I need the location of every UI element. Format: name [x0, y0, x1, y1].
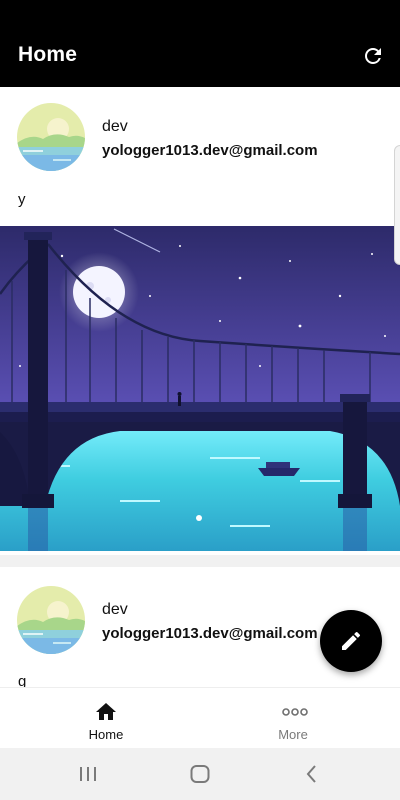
page-title: Home — [18, 43, 78, 66]
post-email: yologger1013.dev@gmail.com — [102, 625, 318, 642]
recents-icon[interactable] — [76, 762, 100, 786]
more-dots-icon — [281, 700, 308, 724]
bottom-navigation: Home More — [0, 687, 400, 748]
nav-item-more[interactable]: More — [193, 688, 393, 749]
post-author: dev — [102, 601, 128, 618]
post-email: yologger1013.dev@gmail.com — [102, 142, 318, 159]
compose-button[interactable] — [320, 610, 382, 672]
post-image[interactable] — [0, 226, 400, 551]
avatar[interactable] — [17, 103, 85, 171]
pencil-icon — [342, 631, 361, 650]
post-divider — [0, 555, 400, 567]
avatar[interactable] — [17, 586, 85, 654]
app-bar: Home — [0, 0, 400, 87]
feed-list[interactable]: dev yologger1013.dev@gmail.com y dev yol… — [0, 87, 400, 687]
nav-item-home[interactable]: Home — [6, 688, 206, 749]
post-card[interactable]: dev yologger1013.dev@gmail.com y — [0, 87, 400, 555]
post-text: y — [18, 191, 26, 208]
refresh-icon[interactable] — [361, 44, 385, 68]
home-icon — [94, 700, 118, 724]
back-icon[interactable] — [300, 762, 324, 786]
post-text: g — [18, 673, 27, 687]
scrollbar-handle[interactable] — [394, 145, 400, 265]
post-author: dev — [102, 118, 128, 135]
nav-label-home: Home — [88, 727, 124, 742]
system-navigation-bar — [0, 748, 400, 800]
nav-label-more: More — [278, 727, 308, 742]
home-circle-icon[interactable] — [188, 762, 212, 786]
